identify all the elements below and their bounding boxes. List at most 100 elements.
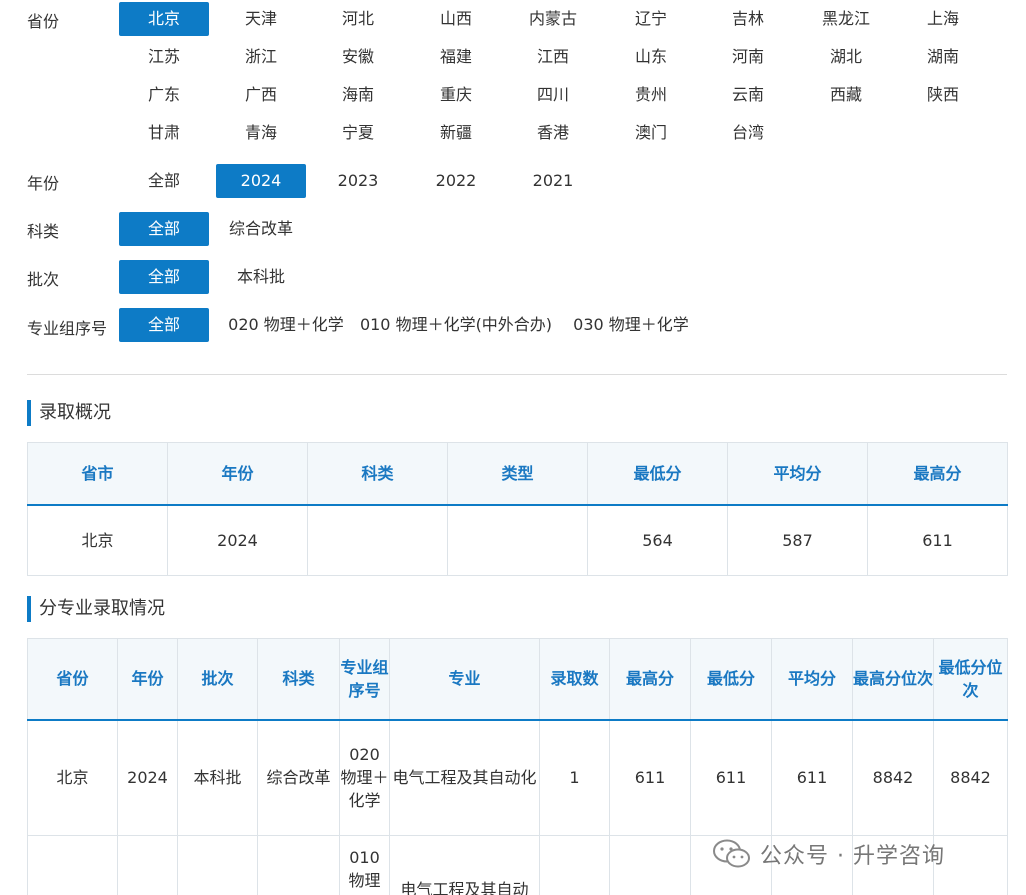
province-option[interactable]: 重庆: [411, 78, 501, 112]
summary-header-cell: 最高分: [867, 442, 1008, 506]
detail-cell: 020 物理＋化学: [339, 719, 390, 836]
summary-cell: 587: [727, 504, 868, 576]
province-option[interactable]: 广西: [216, 78, 306, 112]
summary-header-cell: 年份: [167, 442, 308, 506]
summary-title: 录取概况: [27, 400, 111, 426]
detail-header-cell: 专业: [389, 638, 540, 721]
province-option[interactable]: 天津: [216, 2, 306, 36]
province-option[interactable]: 四川: [508, 78, 598, 112]
detail-cell: [257, 835, 340, 895]
year-label: 年份: [27, 174, 60, 193]
province-option[interactable]: 山东: [606, 40, 696, 74]
province-option[interactable]: 陕西: [898, 78, 988, 112]
province-option[interactable]: 辽宁: [606, 2, 696, 36]
category-label: 科类: [27, 222, 60, 241]
province-option[interactable]: 河南: [703, 40, 793, 74]
province-option[interactable]: 贵州: [606, 78, 696, 112]
detail-header-cell: 最低分: [690, 638, 772, 721]
category-option[interactable]: 全部: [119, 212, 209, 246]
detail-cell: 北京: [27, 719, 118, 836]
province-option[interactable]: 湖北: [801, 40, 891, 74]
province-option[interactable]: 安徽: [313, 40, 403, 74]
detail-cell: 电气工程及其自动化: [389, 719, 540, 836]
province-option[interactable]: 青海: [216, 116, 306, 150]
summary-cell: 2024: [167, 504, 308, 576]
province-option[interactable]: 山西: [411, 2, 501, 36]
detail-header-cell: 最高分: [609, 638, 691, 721]
province-option[interactable]: 台湾: [703, 116, 793, 150]
summary-header-cell: 省市: [27, 442, 168, 506]
province-option[interactable]: 江苏: [119, 40, 209, 74]
detail-header-cell: 批次: [177, 638, 258, 721]
province-option[interactable]: 广东: [119, 78, 209, 112]
province-option[interactable]: 西藏: [801, 78, 891, 112]
province-option[interactable]: 湖南: [898, 40, 988, 74]
detail-cell: [27, 835, 118, 895]
detail-header-cell: 年份: [117, 638, 178, 721]
summary-cell: [307, 504, 448, 576]
province-option[interactable]: 甘肃: [119, 116, 209, 150]
province-option[interactable]: 香港: [508, 116, 598, 150]
detail-header-cell: 最低分位次: [933, 638, 1008, 721]
detail-cell: 电气工程及其自动: [389, 835, 540, 895]
detail-cell: 8842: [933, 719, 1008, 836]
detail-cell: 综合改革: [257, 719, 340, 836]
year-option[interactable]: 2024: [216, 164, 306, 198]
detail-header-cell: 录取数: [539, 638, 610, 721]
detail-header-cell: 科类: [257, 638, 340, 721]
year-option[interactable]: 2021: [508, 164, 598, 198]
summary-header-cell: 科类: [307, 442, 448, 506]
watermark: 公众号 · 升学咨询: [712, 838, 945, 870]
detail-cell: 010 物理: [339, 835, 390, 895]
detail-title: 分专业录取情况: [27, 596, 165, 622]
summary-cell: [447, 504, 588, 576]
group-option[interactable]: 020 物理＋化学: [222, 308, 350, 342]
province-label: 省份: [27, 12, 60, 31]
summary-row: 北京 2024 564 587 611: [27, 504, 1008, 576]
summary-header-cell: 平均分: [727, 442, 868, 506]
batch-label: 批次: [27, 270, 60, 289]
batch-option[interactable]: 全部: [119, 260, 209, 294]
province-option[interactable]: 澳门: [606, 116, 696, 150]
summary-cell: 564: [587, 504, 728, 576]
group-option[interactable]: 全部: [119, 308, 209, 342]
divider: [27, 374, 1007, 375]
detail-cell: 8842: [852, 719, 934, 836]
detail-cell: [117, 835, 178, 895]
province-option[interactable]: 上海: [898, 2, 988, 36]
detail-cell: [609, 835, 691, 895]
group-label: 专业组序号: [27, 319, 108, 338]
province-option[interactable]: 江西: [508, 40, 598, 74]
detail-cell: 611: [771, 719, 853, 836]
group-option[interactable]: 030 物理＋化学: [570, 308, 692, 342]
wechat-icon: [713, 839, 750, 868]
province-option[interactable]: 黑龙江: [801, 2, 891, 36]
province-option[interactable]: 海南: [313, 78, 403, 112]
category-option[interactable]: 综合改革: [216, 212, 306, 246]
province-option[interactable]: 北京: [119, 2, 209, 36]
province-option[interactable]: 内蒙古: [508, 2, 598, 36]
watermark-text: 公众号 · 升学咨询: [760, 844, 945, 869]
summary-header-cell: 类型: [447, 442, 588, 506]
province-option[interactable]: 河北: [313, 2, 403, 36]
detail-cell: [177, 835, 258, 895]
summary-cell: 北京: [27, 504, 168, 576]
detail-header-cell: 平均分: [771, 638, 853, 721]
province-option[interactable]: 福建: [411, 40, 501, 74]
province-option[interactable]: 浙江: [216, 40, 306, 74]
detail-header-cell: 最高分位次: [852, 638, 934, 721]
detail-cell: 611: [690, 719, 772, 836]
group-option[interactable]: 010 物理＋化学(中外合办): [358, 308, 554, 342]
province-option[interactable]: 宁夏: [313, 116, 403, 150]
province-option[interactable]: 新疆: [411, 116, 501, 150]
summary-table: 省市 年份 科类 类型 最低分 平均分 最高分 北京 2024 564 587 611: [27, 442, 1008, 576]
detail-cell: 611: [609, 719, 691, 836]
year-option[interactable]: 2022: [411, 164, 501, 198]
detail-cell: [539, 835, 610, 895]
year-option[interactable]: 全部: [119, 164, 209, 198]
detail-row: 北京 2024 本科批 综合改革 020 物理＋化学 电气工程及其自动化 1 611 611 61…: [27, 719, 1008, 836]
province-option[interactable]: 云南: [703, 78, 793, 112]
province-option[interactable]: 吉林: [703, 2, 793, 36]
year-option[interactable]: 2023: [313, 164, 403, 198]
batch-option[interactable]: 本科批: [216, 260, 306, 294]
